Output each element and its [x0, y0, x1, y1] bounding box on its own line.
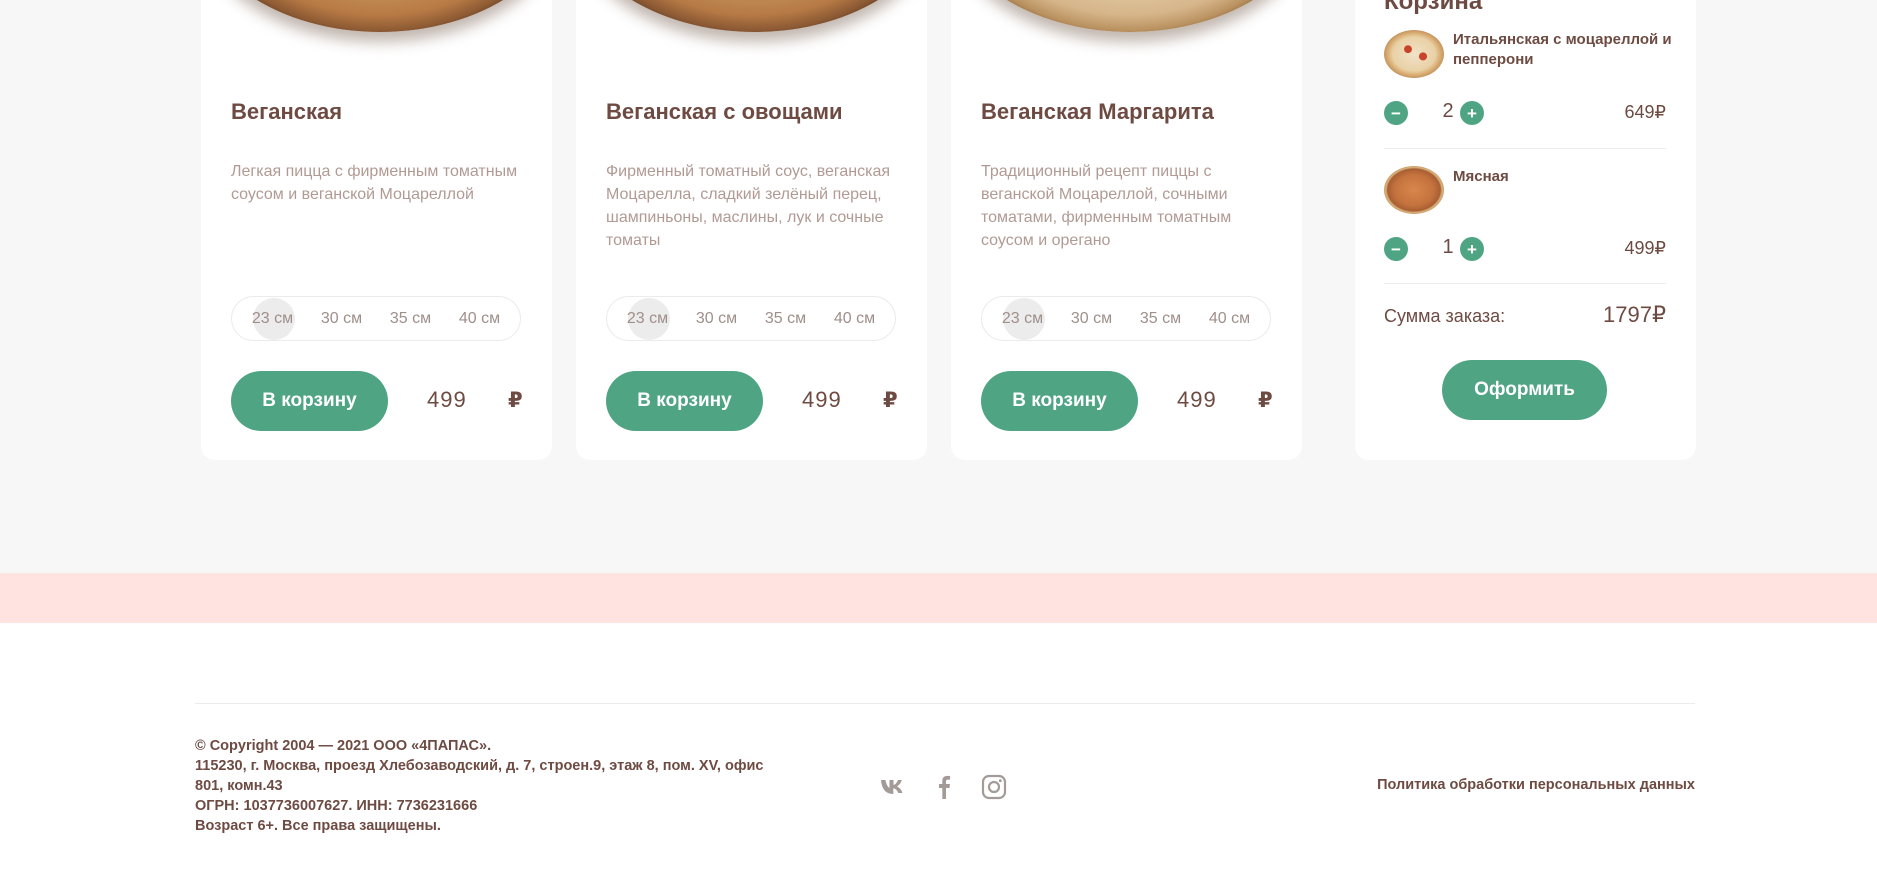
product-card: Веганская Легкая пицца с фирменным томат…: [201, 0, 552, 460]
size-option[interactable]: 30 см: [694, 297, 740, 341]
product-description: Легкая пицца с фирменным томатным соусом…: [231, 163, 518, 203]
basket-item-image: [1384, 166, 1444, 214]
size-option[interactable]: 30 см: [319, 297, 365, 341]
basket-item-image: [1384, 30, 1444, 78]
product-price: 499: [802, 387, 842, 412]
divider: [1384, 283, 1666, 284]
product-card: Веганская с овощами Фирменный томатный с…: [576, 0, 927, 460]
currency-symbol: ₽: [1258, 389, 1273, 412]
basket-item-name: Мясная: [1453, 168, 1509, 185]
size-selector: 23 см 30 см 35 см 40 см: [606, 296, 896, 341]
registration-text: ОГРН: 1037736007627. ИНН: 7736231666: [195, 798, 478, 814]
basket-item-price: 649₽: [1624, 102, 1666, 122]
size-option[interactable]: 40 см: [457, 297, 503, 341]
address-text: 115230, г. Москва, проезд Хлебозаводский…: [195, 758, 764, 774]
product-title: Веганская Маргарита: [981, 99, 1214, 124]
size-option[interactable]: 35 см: [763, 297, 809, 341]
size-option[interactable]: 35 см: [388, 297, 434, 341]
size-option[interactable]: 40 см: [1207, 297, 1253, 341]
size-option[interactable]: 23 см: [1000, 297, 1046, 341]
copyright-text: © Copyright 2004 — 2021 ООО «4ПАПАС».: [195, 738, 492, 754]
add-to-cart-button[interactable]: В корзину: [231, 371, 388, 431]
item-quantity: 2: [1442, 100, 1454, 122]
footer: © Copyright 2004 — 2021 ООО «4ПАПАС». 11…: [0, 623, 1877, 895]
increase-quantity-button[interactable]: +: [1460, 237, 1484, 261]
size-option[interactable]: 35 см: [1138, 297, 1184, 341]
increase-quantity-button[interactable]: +: [1460, 101, 1484, 125]
checkout-button[interactable]: Оформить: [1442, 360, 1607, 420]
currency-symbol: ₽: [508, 389, 523, 412]
basket-item-name: Итальянская с моцареллой и пепперони: [1453, 31, 1672, 68]
product-title: Веганская: [231, 99, 343, 124]
size-option[interactable]: 30 см: [1069, 297, 1115, 341]
product-description: Фирменный томатный соус, веганская Моцар…: [606, 163, 891, 249]
privacy-policy-link[interactable]: Политика обработки персональных данных: [1377, 777, 1695, 793]
basket-panel: Корзина Итальянская с моцареллой и пеппе…: [1355, 0, 1696, 460]
page: Веганская Легкая пицца с фирменным томат…: [0, 0, 1877, 895]
divider: [1384, 148, 1666, 149]
basket-title: Корзина: [1384, 0, 1483, 15]
size-option[interactable]: 40 см: [832, 297, 878, 341]
product-description: Традиционный рецепт пиццы с веганской Мо…: [981, 163, 1232, 249]
company-info: © Copyright 2004 — 2021 ООО «4ПАПАС». 11…: [195, 736, 835, 836]
pizza-image[interactable]: [576, 0, 927, 32]
decrease-quantity-button[interactable]: −: [1384, 237, 1408, 261]
product-card: Веганская Маргарита Традиционный рецепт …: [951, 0, 1302, 460]
basket-item-price: 499₽: [1624, 238, 1666, 258]
order-total-label: Сумма заказа:: [1384, 306, 1506, 326]
item-quantity: 1: [1442, 236, 1454, 258]
address-text-cont: 801, комн.43: [195, 778, 283, 794]
currency-symbol: ₽: [883, 389, 898, 412]
size-option[interactable]: 23 см: [625, 297, 671, 341]
product-price: 499: [1177, 387, 1217, 412]
order-total-value: 1797₽: [1603, 302, 1666, 327]
add-to-cart-button[interactable]: В корзину: [606, 371, 763, 431]
decrease-quantity-button[interactable]: −: [1384, 101, 1408, 125]
pizza-image[interactable]: [951, 0, 1302, 32]
size-selector: 23 см 30 см 35 см 40 см: [981, 296, 1271, 341]
add-to-cart-button[interactable]: В корзину: [981, 371, 1138, 431]
product-price: 499: [427, 387, 467, 412]
size-option[interactable]: 23 см: [250, 297, 296, 341]
age-rights-text: Возраст 6+. Все права защищены.: [195, 818, 441, 834]
social-links: [880, 773, 1008, 801]
size-selector: 23 см 30 см 35 см 40 см: [231, 296, 521, 341]
vk-icon[interactable]: [880, 773, 908, 801]
promo-band: [0, 573, 1877, 623]
footer-divider: [195, 703, 1695, 704]
instagram-icon[interactable]: [980, 773, 1008, 801]
product-title: Веганская с овощами: [606, 99, 843, 124]
pizza-image[interactable]: [201, 0, 552, 32]
facebook-icon[interactable]: [930, 773, 958, 801]
